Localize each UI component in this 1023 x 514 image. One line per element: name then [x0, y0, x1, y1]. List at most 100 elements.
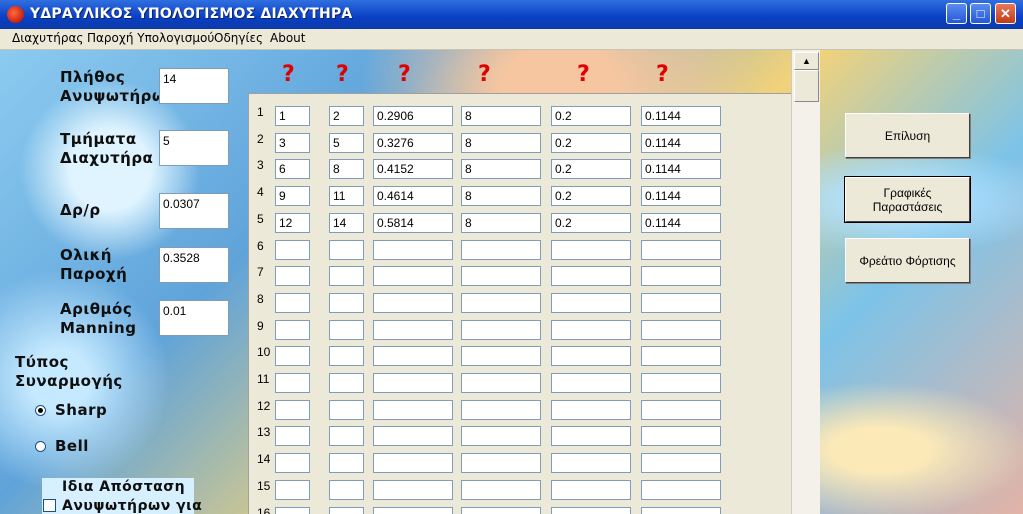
vertical-scrollbar[interactable]: ▲ — [791, 50, 820, 514]
table-cell[interactable] — [275, 319, 310, 340]
table-cell[interactable] — [461, 479, 541, 500]
table-cell[interactable] — [641, 292, 721, 313]
maximize-button[interactable]: □ — [970, 3, 991, 24]
table-cell[interactable] — [373, 292, 453, 313]
table-cell[interactable] — [461, 239, 541, 260]
table-cell[interactable]: 3 — [275, 132, 310, 153]
table-cell[interactable] — [551, 266, 631, 287]
table-cell[interactable] — [641, 479, 721, 500]
table-cell[interactable]: 0.5814 — [373, 212, 453, 233]
table-cell[interactable]: 0.2 — [551, 186, 631, 207]
table-cell[interactable] — [275, 346, 310, 367]
table-cell[interactable]: 0.2 — [551, 132, 631, 153]
table-cell[interactable] — [551, 479, 631, 500]
table-cell[interactable] — [329, 239, 364, 260]
table-cell[interactable] — [551, 453, 631, 474]
menu-diffuser[interactable]: Διαχυτήρας — [12, 31, 83, 45]
table-cell[interactable] — [461, 426, 541, 447]
close-button[interactable]: ✕ — [995, 3, 1016, 24]
table-cell[interactable] — [373, 319, 453, 340]
scroll-up-icon[interactable]: ▲ — [794, 52, 819, 70]
table-cell[interactable] — [373, 373, 453, 393]
table-cell[interactable] — [641, 266, 721, 287]
table-cell[interactable] — [641, 319, 721, 340]
table-cell[interactable] — [641, 453, 721, 474]
table-cell[interactable] — [329, 399, 364, 420]
table-cell[interactable] — [329, 346, 364, 367]
table-cell[interactable] — [551, 239, 631, 260]
table-cell[interactable]: 8 — [461, 159, 541, 180]
table-cell[interactable] — [373, 346, 453, 367]
table-cell[interactable] — [551, 399, 631, 420]
table-cell[interactable] — [373, 506, 453, 514]
app-icon[interactable] — [7, 6, 24, 23]
sections-input[interactable]: 5 — [159, 130, 229, 166]
table-cell[interactable]: 8 — [461, 212, 541, 233]
table-cell[interactable] — [551, 319, 631, 340]
table-cell[interactable]: 8 — [461, 186, 541, 207]
loading-well-button[interactable]: Φρεάτιο Φόρτισης — [845, 238, 970, 283]
table-cell[interactable]: 0.2 — [551, 106, 631, 126]
table-cell[interactable] — [551, 426, 631, 447]
table-cell[interactable]: 11 — [329, 186, 364, 207]
table-cell[interactable]: 8 — [329, 159, 364, 180]
table-cell[interactable] — [275, 292, 310, 313]
scroll-thumb[interactable] — [794, 70, 819, 102]
table-cell[interactable] — [275, 426, 310, 447]
table-cell[interactable]: 2 — [329, 106, 364, 126]
bell-label[interactable]: Bell — [55, 437, 89, 456]
table-cell[interactable]: 0.2906 — [373, 106, 453, 126]
dr-ratio-input[interactable]: 0.0307 — [159, 193, 229, 229]
table-cell[interactable] — [329, 266, 364, 287]
table-cell[interactable] — [641, 426, 721, 447]
table-cell[interactable] — [329, 373, 364, 393]
bell-radio[interactable] — [35, 441, 46, 452]
table-cell[interactable]: 0.4614 — [373, 186, 453, 207]
table-cell[interactable] — [461, 346, 541, 367]
table-cell[interactable] — [329, 319, 364, 340]
num-risers-input[interactable]: 14 — [159, 68, 229, 104]
charts-button[interactable]: Γραφικές Παραστάσεις — [844, 176, 971, 223]
table-cell[interactable] — [329, 479, 364, 500]
table-cell[interactable] — [275, 453, 310, 474]
table-cell[interactable] — [641, 346, 721, 367]
table-cell[interactable]: 0.2 — [551, 212, 631, 233]
table-cell[interactable]: 8 — [461, 132, 541, 153]
menu-instructions[interactable]: Οδηγίες — [214, 31, 263, 45]
help-icon-col3[interactable]: ? — [398, 62, 411, 87]
table-cell[interactable] — [373, 399, 453, 420]
help-icon-col2[interactable]: ? — [336, 62, 349, 87]
table-cell[interactable] — [461, 506, 541, 514]
table-cell[interactable]: 14 — [329, 212, 364, 233]
table-cell[interactable] — [373, 266, 453, 287]
help-icon-col4[interactable]: ? — [478, 62, 491, 87]
table-cell[interactable] — [461, 266, 541, 287]
table-cell[interactable]: 0.4152 — [373, 159, 453, 180]
table-cell[interactable] — [641, 373, 721, 393]
table-cell[interactable]: 0.1144 — [641, 212, 721, 233]
table-cell[interactable] — [373, 426, 453, 447]
table-cell[interactable]: 9 — [275, 186, 310, 207]
table-cell[interactable] — [461, 319, 541, 340]
table-cell[interactable]: 1 — [275, 106, 310, 126]
sharp-label[interactable]: Sharp — [55, 401, 107, 420]
table-cell[interactable] — [461, 399, 541, 420]
manning-input[interactable]: 0.01 — [159, 300, 229, 336]
solve-button[interactable]: Επίλυση — [845, 113, 970, 158]
table-cell[interactable] — [373, 453, 453, 474]
table-cell[interactable] — [275, 479, 310, 500]
table-cell[interactable]: 0.1144 — [641, 159, 721, 180]
table-cell[interactable] — [373, 479, 453, 500]
table-cell[interactable] — [275, 506, 310, 514]
table-cell[interactable]: 0.2 — [551, 159, 631, 180]
table-cell[interactable] — [275, 266, 310, 287]
table-cell[interactable] — [373, 239, 453, 260]
table-cell[interactable] — [329, 292, 364, 313]
table-cell[interactable] — [551, 292, 631, 313]
table-cell[interactable]: 6 — [275, 159, 310, 180]
table-cell[interactable]: 0.1144 — [641, 106, 721, 126]
help-icon-col5[interactable]: ? — [577, 62, 590, 87]
table-cell[interactable]: 0.1144 — [641, 132, 721, 153]
equal-distance-checkbox[interactable] — [43, 499, 56, 512]
table-cell[interactable] — [641, 506, 721, 514]
